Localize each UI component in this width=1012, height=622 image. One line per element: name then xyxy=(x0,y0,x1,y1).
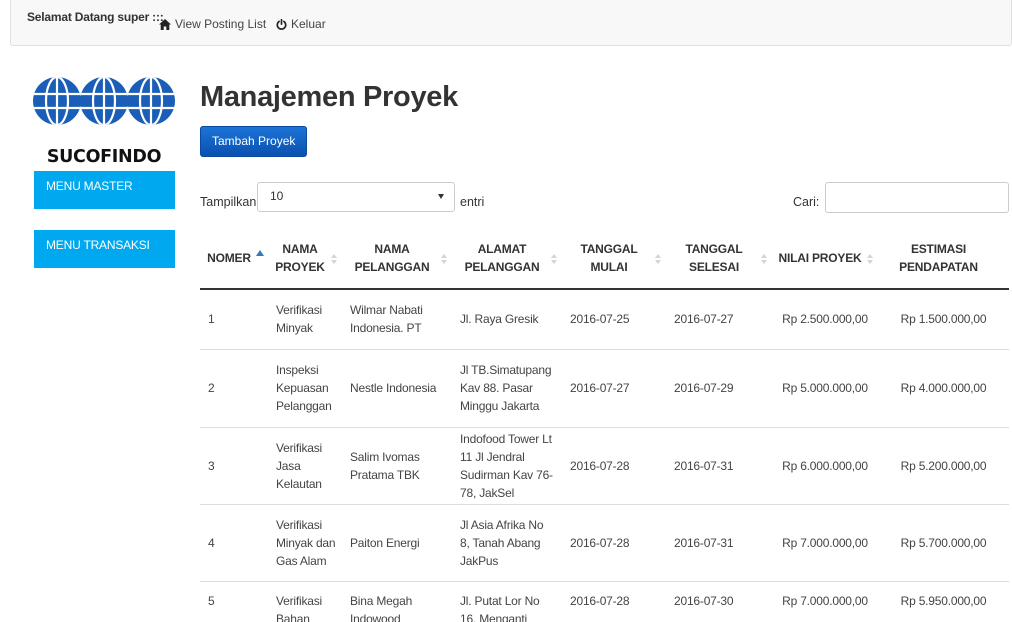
cell-tanggal-selesai: 2016-07-31 xyxy=(666,504,772,582)
page-title: Manajemen Proyek xyxy=(200,81,458,113)
cell-alamat-pelanggan: Indofood Tower Lt 11 Jl Jendral Sudirman… xyxy=(452,427,562,505)
cell-tanggal-selesai: 2016-07-29 xyxy=(666,349,772,428)
logout-link[interactable]: Keluar xyxy=(276,17,326,31)
cell-alamat-pelanggan: Jl Asia Afrika No 8, Tanah Abang JakPus xyxy=(452,504,562,582)
cell-estimasi-pendapatan: Rp 1.500.000,00 xyxy=(878,289,1009,350)
table-row: 1 Verifikasi Minyak Wilmar Nabati Indone… xyxy=(200,289,1009,350)
menu-transaksi-button[interactable]: MENU TRANSAKSI xyxy=(34,230,175,268)
cell-nomer: 2 xyxy=(200,349,268,428)
cell-nomer: 3 xyxy=(200,427,268,505)
cell-nama-pelanggan: Paiton Energi xyxy=(342,504,452,582)
cell-alamat-pelanggan: Jl. Raya Gresik xyxy=(452,289,562,350)
sort-icon xyxy=(551,254,557,264)
search-label: Cari: xyxy=(793,195,820,209)
cell-tanggal-mulai: 2016-07-28 xyxy=(562,581,666,622)
cell-tanggal-selesai: 2016-07-31 xyxy=(666,427,772,505)
cell-nomer: 4 xyxy=(200,504,268,582)
column-header-nomer[interactable]: NOMER xyxy=(200,228,268,290)
column-header-nama-pelanggan[interactable]: NAMA PELANGGAN xyxy=(342,228,452,290)
column-header-estimasi-pendapatan[interactable]: ESTIMASI PENDAPATAN xyxy=(878,228,1009,290)
menu-master-button[interactable]: MENU MASTER xyxy=(34,171,175,209)
add-project-button[interactable]: Tambah Proyek xyxy=(200,126,308,157)
cell-estimasi-pendapatan: Rp 5.200.000,00 xyxy=(878,427,1009,505)
view-posting-list-label: View Posting List xyxy=(175,17,267,31)
logout-label: Keluar xyxy=(291,17,326,31)
length-suffix: entri xyxy=(460,195,485,209)
cell-estimasi-pendapatan: Rp 4.000.000,00 xyxy=(878,349,1009,428)
caret-down-icon xyxy=(438,194,444,199)
sort-icon xyxy=(867,254,873,264)
sort-icon xyxy=(331,254,337,264)
cell-nilai-proyek: Rp 7.000.000,00 xyxy=(772,504,878,582)
sucofindo-logo: SUCOFINDO xyxy=(33,66,175,168)
table-row: 5 Verifikasi Bahan Kehutanan Bina Megah … xyxy=(200,581,1009,622)
cell-estimasi-pendapatan: Rp 5.950.000,00 xyxy=(878,581,1009,622)
cell-tanggal-mulai: 2016-07-28 xyxy=(562,504,666,582)
cell-tanggal-mulai: 2016-07-27 xyxy=(562,349,666,428)
column-header-tanggal-mulai[interactable]: TANGGAL MULAI xyxy=(562,228,666,290)
cell-tanggal-selesai: 2016-07-30 xyxy=(666,581,772,622)
cell-nama-pelanggan: Nestle Indonesia xyxy=(342,349,452,428)
sort-asc-icon xyxy=(256,250,264,256)
cell-nama-proyek: Verifikasi Bahan Kehutanan xyxy=(268,581,342,622)
logo-text: SUCOFINDO xyxy=(46,147,162,167)
length-value: 10 xyxy=(270,189,284,203)
sort-icon xyxy=(761,254,767,264)
column-header-nilai-proyek[interactable]: NILAI PROYEK xyxy=(772,228,878,290)
column-header-alamat-pelanggan[interactable]: ALAMAT PELANGGAN xyxy=(452,228,562,290)
column-header-nama-proyek[interactable]: NAMA PROYEK xyxy=(268,228,342,290)
cell-nama-pelanggan: Wilmar Nabati Indonesia. PT xyxy=(342,289,452,350)
cell-nama-pelanggan: Salim Ivomas Pratama TBK xyxy=(342,427,452,505)
top-navbar: Selamat Datang super ::: View Posting Li… xyxy=(10,0,1012,46)
length-label: Tampilkan xyxy=(200,195,257,209)
entries-length-select[interactable]: 10 xyxy=(257,182,455,212)
table-row: 3 Verifikasi Jasa Kelautan Salim Ivomas … xyxy=(200,427,1009,505)
cell-nomer: 1 xyxy=(200,289,268,350)
cell-nama-pelanggan: Bina Megah Indowood xyxy=(342,581,452,622)
table-row: 2 Inspeksi Kepuasan Pelanggan Nestle Ind… xyxy=(200,349,1009,428)
cell-nomer: 5 xyxy=(200,581,268,622)
cell-nilai-proyek: Rp 5.000.000,00 xyxy=(772,349,878,428)
table-header-row: NOMER NAMA PROYEK NAMA PELANGGAN ALAMAT … xyxy=(200,228,1009,290)
cell-nilai-proyek: Rp 6.000.000,00 xyxy=(772,427,878,505)
cell-tanggal-mulai: 2016-07-28 xyxy=(562,427,666,505)
globe-logo-icon xyxy=(33,77,175,125)
table-row: 4 Verifikasi Minyak dan Gas Alam Paiton … xyxy=(200,504,1009,582)
cell-alamat-pelanggan: Jl TB.Simatupang Kav 88. Pasar Minggu Ja… xyxy=(452,349,562,428)
cell-nama-proyek: Verifikasi Minyak xyxy=(268,289,342,350)
view-posting-list-link[interactable]: View Posting List xyxy=(159,17,266,31)
search-input[interactable] xyxy=(825,182,1009,213)
cell-estimasi-pendapatan: Rp 5.700.000,00 xyxy=(878,504,1009,582)
home-icon xyxy=(159,18,171,30)
welcome-text: Selamat Datang super ::: xyxy=(27,10,164,24)
cell-tanggal-mulai: 2016-07-25 xyxy=(562,289,666,350)
cell-nilai-proyek: Rp 2.500.000,00 xyxy=(772,289,878,350)
sort-icon xyxy=(655,254,661,264)
project-table: NOMER NAMA PROYEK NAMA PELANGGAN ALAMAT … xyxy=(200,228,1009,622)
cell-tanggal-selesai: 2016-07-27 xyxy=(666,289,772,350)
cell-nama-proyek: Verifikasi Jasa Kelautan xyxy=(268,427,342,505)
cell-nilai-proyek: Rp 7.000.000,00 xyxy=(772,581,878,622)
column-header-tanggal-selesai[interactable]: TANGGAL SELESAI xyxy=(666,228,772,290)
cell-alamat-pelanggan: Jl. Putat Lor No 16, Menganti Gresik xyxy=(452,581,562,622)
cell-nama-proyek: Inspeksi Kepuasan Pelanggan xyxy=(268,349,342,428)
power-icon xyxy=(276,18,287,30)
sort-icon xyxy=(441,254,447,264)
cell-nama-proyek: Verifikasi Minyak dan Gas Alam xyxy=(268,504,342,582)
